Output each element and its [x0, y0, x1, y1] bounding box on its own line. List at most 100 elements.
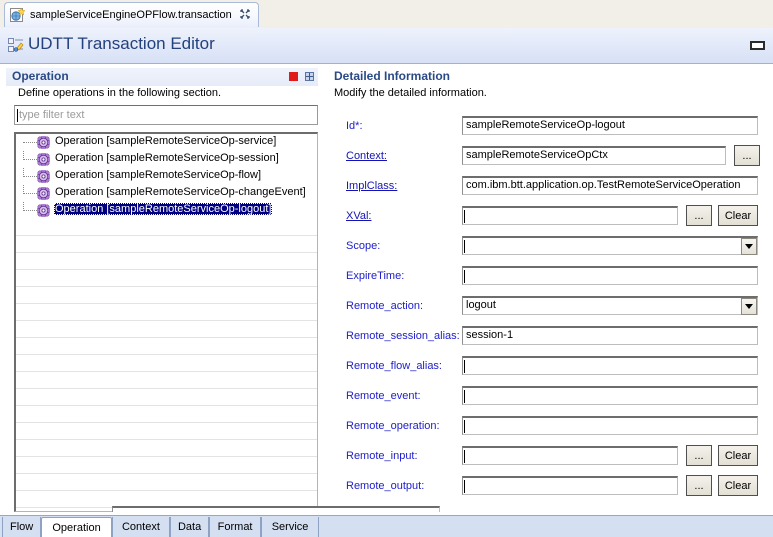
- field-label: Remote_output:: [346, 480, 425, 492]
- tree-empty-row[interactable]: [16, 389, 317, 406]
- text-caret: [464, 210, 465, 223]
- transaction-editor-icon: [8, 37, 25, 54]
- tree-item[interactable]: Operation [sampleRemoteServiceOp-flow]: [16, 168, 317, 185]
- page-tab[interactable]: Format: [209, 517, 261, 537]
- detail-section-description: Modify the detailed information.: [334, 87, 487, 99]
- field-combo[interactable]: [462, 236, 758, 255]
- tree-empty-row[interactable]: [16, 253, 317, 270]
- field-input[interactable]: [462, 356, 758, 375]
- tree-item-label: Operation [sampleRemoteServiceOp-changeE…: [55, 186, 306, 198]
- tree-empty-row[interactable]: [16, 423, 317, 440]
- form-row: ImplClass: com.ibm.btt.application.op.Tes…: [330, 176, 770, 198]
- minimize-button[interactable]: [750, 41, 765, 50]
- browse-button[interactable]: ...: [734, 145, 760, 166]
- tree-guide-line: [23, 202, 25, 211]
- operation-gear-icon: [36, 152, 51, 167]
- field-input[interactable]: sampleRemoteServiceOp-logout: [462, 116, 758, 135]
- tree-item[interactable]: Operation [sampleRemoteServiceOp-service…: [16, 134, 317, 151]
- editor-page-tabs: Flow Operation Context Data Format Service: [0, 515, 773, 537]
- chevron-down-icon[interactable]: [741, 298, 757, 315]
- text-caret: [464, 480, 465, 493]
- tree-guide-line: [23, 151, 25, 160]
- field-input[interactable]: com.ibm.btt.application.op.TestRemoteSer…: [462, 176, 758, 195]
- form-row: Remote_input:... Clear: [330, 445, 770, 468]
- browse-button[interactable]: ...: [686, 445, 712, 466]
- tree-empty-row[interactable]: [16, 304, 317, 321]
- page-tab[interactable]: Context: [111, 517, 170, 537]
- tree-guide-line: [23, 185, 25, 194]
- tree-empty-row[interactable]: [16, 270, 317, 287]
- form-row: Remote_flow_alias:: [330, 356, 770, 378]
- close-icon[interactable]: [240, 9, 250, 21]
- tree-guide-line: [23, 193, 37, 195]
- form-row: Context: sampleRemoteServiceOpCtx...: [330, 145, 770, 168]
- editor-tab-transaction[interactable]: sampleServiceEngineOPFlow.transaction: [4, 2, 259, 27]
- browse-button[interactable]: ...: [686, 205, 712, 226]
- field-label[interactable]: XVal:: [346, 210, 371, 222]
- field-input[interactable]: [462, 206, 678, 225]
- tree-item[interactable]: Operation [sampleRemoteServiceOp-changeE…: [16, 185, 317, 202]
- chevron-down-icon[interactable]: [741, 238, 757, 255]
- tree-empty-row[interactable]: [16, 440, 317, 457]
- tree-guide-line: [23, 168, 25, 177]
- tree-item-label: Operation [sampleRemoteServiceOp-flow]: [55, 169, 262, 181]
- tree-empty-row[interactable]: [16, 406, 317, 423]
- field-input[interactable]: [462, 446, 678, 465]
- field-label: Id*:: [346, 120, 363, 132]
- field-label: Remote_event:: [346, 390, 421, 402]
- tree-guide-line: [23, 176, 37, 178]
- page-tab[interactable]: Flow: [2, 517, 42, 537]
- tree-item-label: Operation [sampleRemoteServiceOp-service…: [55, 135, 277, 147]
- tree-guide-line: [23, 142, 37, 144]
- tree-empty-row[interactable]: [16, 287, 317, 304]
- tree-empty-row[interactable]: [16, 457, 317, 474]
- tree-empty-row[interactable]: [16, 236, 317, 253]
- field-value: com.ibm.btt.application.op.TestRemoteSer…: [466, 179, 741, 191]
- clear-button[interactable]: Clear: [718, 205, 758, 226]
- detailed-information-section: Detailed Information Modify the detailed…: [330, 68, 770, 512]
- page-tab[interactable]: Service: [261, 517, 320, 537]
- operation-tree[interactable]: Operation [sampleRemoteServiceOp-service…: [14, 132, 318, 512]
- tree-item[interactable]: Operation [sampleRemoteServiceOp-logout]: [16, 202, 317, 219]
- form-row: Remote_event:: [330, 386, 770, 408]
- field-input[interactable]: session-1: [462, 326, 758, 345]
- field-value: session-1: [466, 329, 514, 341]
- field-label: Remote_operation:: [346, 420, 440, 432]
- field-input[interactable]: sampleRemoteServiceOpCtx: [462, 146, 726, 165]
- field-label[interactable]: ImplClass:: [346, 180, 397, 192]
- transaction-file-icon: [10, 6, 26, 23]
- form-row: Remote_action: logout: [330, 296, 770, 318]
- field-combo[interactable]: logout: [462, 296, 758, 315]
- field-label: ExpireTime:: [346, 270, 405, 282]
- field-input[interactable]: [462, 416, 758, 435]
- field-value: logout: [466, 299, 496, 311]
- tree-empty-row[interactable]: [16, 338, 317, 355]
- field-label[interactable]: Context:: [346, 150, 387, 162]
- tree-item-label: Operation [sampleRemoteServiceOp-session…: [55, 152, 279, 164]
- form-header-band: UDTT Transaction Editor: [0, 28, 773, 64]
- field-input[interactable]: [462, 266, 758, 285]
- browse-button[interactable]: ...: [686, 475, 712, 496]
- filter-input[interactable]: type filter text: [14, 105, 318, 125]
- clear-button[interactable]: Clear: [718, 445, 758, 466]
- page-tab[interactable]: Data: [170, 517, 210, 537]
- tree-empty-row[interactable]: [16, 321, 317, 338]
- error-marker-icon[interactable]: [289, 72, 298, 81]
- field-input[interactable]: [462, 386, 758, 405]
- field-input[interactable]: [462, 476, 678, 495]
- partial-field-below-fold[interactable]: [112, 506, 440, 512]
- page-tab[interactable]: Operation: [41, 517, 112, 537]
- maximize-section-icon[interactable]: [305, 72, 314, 81]
- text-caret: [464, 360, 465, 373]
- tree-item[interactable]: Operation [sampleRemoteServiceOp-session…: [16, 151, 317, 168]
- text-caret: [464, 420, 465, 433]
- text-caret: [464, 270, 465, 283]
- field-value: sampleRemoteServiceOpCtx: [466, 149, 608, 161]
- field-label: Remote_flow_alias:: [346, 360, 442, 372]
- clear-button[interactable]: Clear: [718, 475, 758, 496]
- tree-empty-row[interactable]: [16, 355, 317, 372]
- tree-empty-row[interactable]: [16, 474, 317, 491]
- tree-empty-row[interactable]: [16, 372, 317, 389]
- form-row: ExpireTime:: [330, 266, 770, 288]
- tree-empty-row[interactable]: [16, 219, 317, 236]
